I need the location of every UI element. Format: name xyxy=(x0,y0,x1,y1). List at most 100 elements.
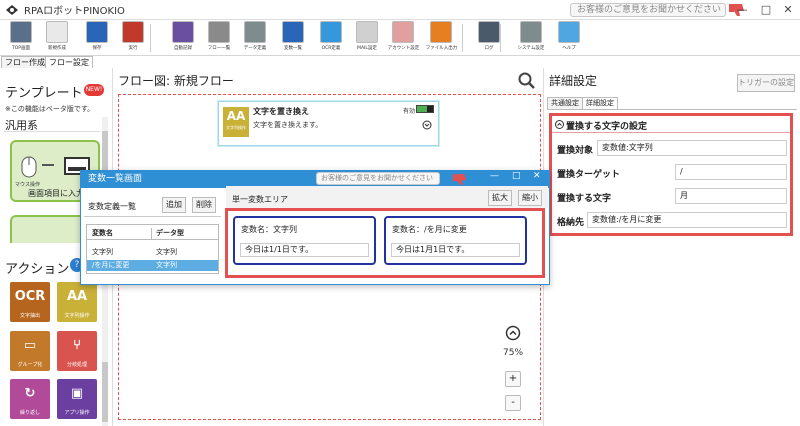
beta-note: ※この機能はベータ版です。 xyxy=(5,105,95,113)
toolbar-label: フロー一覧 xyxy=(207,45,231,51)
detail-title: 詳細設定 xyxy=(549,74,598,88)
toolbar-home-button[interactable]: TOP画面 xyxy=(4,21,38,55)
shrink-button[interactable]: 縮小 xyxy=(518,190,542,206)
feedback-link[interactable]: お客様のご意見をお聞かせください xyxy=(570,3,726,17)
divider xyxy=(4,131,100,132)
template-card-title: 画面項目に入力 xyxy=(28,189,84,198)
toolbar-file-io-button[interactable]: ファイル入出力 xyxy=(424,21,458,55)
action-tile-label: 繰り返し xyxy=(19,410,40,416)
toolbar-label: 変数一覧 xyxy=(283,45,302,51)
tab-common-settings[interactable]: 共通設定 xyxy=(547,97,583,109)
delete-variable-button[interactable]: 削除 xyxy=(192,197,216,213)
node-enable-toggle[interactable] xyxy=(416,105,434,113)
maximize-button[interactable]: □ xyxy=(512,171,521,181)
help-icon xyxy=(558,21,580,43)
toolbar-help-button[interactable]: ヘルプ xyxy=(552,21,586,55)
toolbar-label: 実行 xyxy=(128,45,138,51)
minimize-button[interactable]: — xyxy=(730,0,754,20)
zoom-out-button[interactable]: - xyxy=(505,395,521,411)
action-tile-icon: AA xyxy=(66,289,88,304)
app-logo-icon xyxy=(6,4,18,15)
action-tile[interactable]: ▭ グループ化 xyxy=(10,331,50,371)
action-tile[interactable]: ↻ 繰り返し xyxy=(10,379,50,419)
column-header-name[interactable]: 変数名 xyxy=(92,228,113,239)
action-tile-label: 分岐処理 xyxy=(66,362,87,368)
zoom-level: 75% xyxy=(503,348,524,358)
action-tile-label: 文字抽出 xyxy=(19,313,40,319)
toolbar-save-button[interactable]: 保存 xyxy=(80,21,114,55)
field-label-target: 置換対象 xyxy=(557,146,594,156)
field-replace-target-input[interactable]: / xyxy=(675,164,787,180)
search-icon[interactable] xyxy=(518,72,536,90)
toolbar-new-file-button[interactable]: 新規作成 xyxy=(40,21,74,55)
column-header-type[interactable]: データ型 xyxy=(151,228,184,240)
toolbar-label: 保存 xyxy=(92,45,102,51)
field-target-input[interactable]: 変数値:文字列 xyxy=(597,140,787,156)
zoom-up-icon[interactable] xyxy=(505,325,521,341)
maximize-button[interactable]: □ xyxy=(754,0,778,20)
toolbar-label: システム設定 xyxy=(517,45,545,51)
field-label-replacement: 置換する文字 xyxy=(557,194,612,204)
variable-window-title: 変数一覧画面 xyxy=(88,174,143,184)
toolbar-ocr-button[interactable]: OCR定義 xyxy=(314,21,348,55)
action-tile-label: グループ化 xyxy=(17,362,43,368)
collapse-icon[interactable] xyxy=(555,120,564,129)
field-label-output: 格納先 xyxy=(557,218,585,228)
toolbar-label: MAIL設定 xyxy=(357,45,377,51)
toolbar: TOP画面 新規作成 保存 実行 自動記録 フロー一覧 データ定義 変数一覧 OCR定義 MAIL… xyxy=(0,20,800,56)
tab-detail-settings[interactable]: 詳細設定 xyxy=(582,97,618,109)
toolbar-run-button[interactable]: 実行 xyxy=(116,21,150,55)
thumbs-down-icon[interactable] xyxy=(452,172,468,186)
action-tile-icon: ▣ xyxy=(70,386,84,401)
toolbar-gear-button[interactable]: システム設定 xyxy=(514,21,548,55)
field-replacement-input[interactable]: 月 xyxy=(675,188,787,204)
minimize-button[interactable]: — xyxy=(490,171,499,181)
tab-flow-create[interactable]: フロー作成 xyxy=(1,56,49,68)
section-title: 置換する文字の設定 xyxy=(566,122,648,132)
action-tile[interactable]: OCR 文字抽出 xyxy=(10,282,50,322)
divider xyxy=(84,216,221,217)
close-button[interactable]: ✕ xyxy=(776,0,800,20)
variable-card[interactable]: 変数名：/を月に変更 今日は1月1日です。 xyxy=(384,216,527,265)
flow-node[interactable]: AA 文字列操作 文字を置き換え 文字を置き換えます。 有効 xyxy=(218,101,439,146)
action-tile-icon: OCR xyxy=(14,289,46,304)
action-scrollbar[interactable] xyxy=(102,282,108,426)
action-tile-label: アプリ操作 xyxy=(64,410,90,416)
run-icon xyxy=(122,21,144,43)
expand-button[interactable]: 拡大 xyxy=(488,190,512,206)
app-title: RPAロボットPINOKIO xyxy=(24,6,125,17)
toolbar-variable-list-button[interactable]: 変数一覧 xyxy=(276,21,310,55)
action-tile[interactable]: ⑂ 分岐処理 xyxy=(57,331,97,371)
replace-settings-panel: 置換する文字の設定 置換対象 変数値:文字列 置換ターゲット / 置換する文字 … xyxy=(549,113,793,236)
toolbar-mail-button[interactable]: MAIL設定 xyxy=(350,21,384,55)
flow-list-icon xyxy=(208,21,230,43)
trigger-settings-button[interactable]: トリガーの設定 xyxy=(737,74,795,92)
action-scroll-thumb[interactable] xyxy=(102,362,108,422)
toolbar-account-button[interactable]: アカウント設定 xyxy=(386,21,420,55)
template-card-sub: マウス操作 xyxy=(15,182,41,188)
close-button[interactable]: ✕ xyxy=(533,171,541,181)
action-tile[interactable]: AA 文字列操作 xyxy=(57,282,97,322)
toolbar-flow-list-button[interactable]: フロー一覧 xyxy=(202,21,236,55)
add-variable-button[interactable]: 追加 xyxy=(162,197,186,213)
toolbar-database-button[interactable]: データ定義 xyxy=(238,21,272,55)
toolbar-record-button[interactable]: 自動記録 xyxy=(166,21,200,55)
new-badge: NEW! xyxy=(84,84,104,96)
zoom-in-button[interactable]: + xyxy=(505,371,521,387)
expand-icon[interactable] xyxy=(422,120,432,130)
ocr-icon xyxy=(320,21,342,43)
feedback-link[interactable]: お客様のご意見をお聞かせください xyxy=(316,172,440,185)
toolbar-separator xyxy=(462,24,463,52)
tab-flow-settings[interactable]: フロー設定 xyxy=(45,56,93,68)
action-tile[interactable]: ▣ アプリ操作 xyxy=(57,379,97,419)
variable-card-name: /を月に変更 xyxy=(424,225,467,234)
table-row[interactable]: 文字列 文字列 xyxy=(87,247,218,258)
variable-card[interactable]: 変数名：文字列 今日は1/1日です。 xyxy=(233,216,376,265)
main-tabs: フロー作成 フロー設定 xyxy=(0,56,113,68)
toolbar-label: データ定義 xyxy=(243,45,267,51)
field-output-input[interactable]: 変数値:/を月に変更 xyxy=(587,212,787,228)
template-title: テンプレート xyxy=(5,86,83,101)
table-row-selected[interactable]: /を月に変更 文字列 xyxy=(87,260,218,271)
single-area-label: 単一変数エリア xyxy=(232,195,288,204)
record-icon xyxy=(172,21,194,43)
